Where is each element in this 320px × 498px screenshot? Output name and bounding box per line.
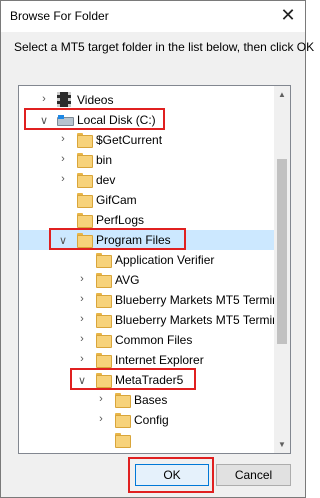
scroll-thumb[interactable] [277,159,287,344]
browse-folder-dialog: Browse For Folder ✕ Select a MT5 target … [0,0,315,498]
tree-item-config[interactable]: › Config [19,410,275,430]
tree-item-label: Blueberry Markets MT5 Termin [115,313,279,327]
tree-item-perflogs[interactable]: PerfLogs [19,210,275,230]
cancel-button[interactable]: Cancel [216,464,291,486]
chevron-right-icon[interactable]: › [57,152,69,166]
tree-item-partial[interactable] [19,430,275,450]
chevron-down-icon[interactable]: ∨ [76,374,88,388]
folder-icon [77,193,93,208]
instruction-text: Select a MT5 target folder in the list b… [14,40,315,54]
tree-item-program-files[interactable]: ∨ Program Files [19,230,275,250]
tree-item-dev[interactable]: › dev [19,170,275,190]
folder-icon [77,213,93,228]
chevron-right-icon[interactable]: › [57,172,69,186]
folder-icon [96,373,112,388]
folder-icon [96,293,112,308]
chevron-right-icon[interactable]: › [76,352,88,366]
tree-item-label: dev [96,173,116,187]
scroll-up-icon[interactable]: ▲ [274,86,290,103]
folder-icon [115,393,131,408]
tree-item-gifcam[interactable]: GifCam [19,190,275,210]
dialog-title: Browse For Folder [10,9,109,23]
chevron-down-icon[interactable]: ∨ [38,114,50,128]
folder-tree[interactable]: › Videos ∨ Local Disk (C:) › $GetCurrent… [18,85,291,454]
video-library-icon [57,92,71,107]
folder-icon [96,353,112,368]
chevron-right-icon[interactable]: › [76,312,88,326]
tree-item-blueberry-1[interactable]: › Blueberry Markets MT5 Termin [19,290,279,310]
chevron-down-icon[interactable]: ∨ [57,234,69,248]
chevron-right-icon[interactable]: › [76,332,88,346]
tree-item-label: Config [134,413,169,427]
drive-icon [57,115,74,126]
tree-item-label: Videos [77,93,114,107]
tree-item-internet-explorer[interactable]: › Internet Explorer [19,350,275,370]
tree-item-label: MetaTrader5 [115,373,184,387]
chevron-right-icon[interactable]: › [76,292,88,306]
folder-icon [115,413,131,428]
scroll-down-icon[interactable]: ▼ [274,436,290,453]
folder-icon [77,233,93,248]
tree-item-label: Common Files [115,333,193,347]
folder-icon [96,273,112,288]
tree-item-metatrader5[interactable]: ∨ MetaTrader5 [19,370,275,390]
tree-item-blueberry-2[interactable]: › Blueberry Markets MT5 Termin [19,310,279,330]
folder-icon [77,153,93,168]
tree-item-local-disk[interactable]: ∨ Local Disk (C:) [19,110,275,130]
tree-item-label: bin [96,153,113,167]
tree-item-label: Program Files [96,233,171,247]
folder-icon [115,433,131,448]
chevron-right-icon[interactable]: › [38,92,50,106]
folder-icon [77,173,93,188]
tree-item-label: Application Verifier [115,253,215,267]
tree-item-label: Blueberry Markets MT5 Termin [115,293,279,307]
tree-item-label: AVG [115,273,140,287]
chevron-right-icon[interactable]: › [76,272,88,286]
chevron-right-icon[interactable]: › [95,412,107,426]
tree-item-label: Bases [134,393,168,407]
close-button[interactable]: ✕ [277,6,299,26]
tree-item-bases[interactable]: › Bases [19,390,275,410]
folder-icon [96,313,112,328]
tree-item-label: Local Disk (C:) [77,113,156,127]
tree-item-getcurrent[interactable]: › $GetCurrent [19,130,275,150]
title-bar: Browse For Folder ✕ [1,1,305,32]
vertical-scrollbar[interactable]: ▲ ▼ [274,86,290,453]
chevron-right-icon[interactable]: › [57,132,69,146]
tree-item-common-files[interactable]: › Common Files [19,330,275,350]
tree-item-avg[interactable]: › AVG [19,270,275,290]
tree-item-label: PerfLogs [96,213,145,227]
tree-item-videos[interactable]: › Videos [19,90,275,110]
tree-item-bin[interactable]: › bin [19,150,275,170]
tree-item-application-verifier[interactable]: Application Verifier [19,250,275,270]
tree-item-label: Internet Explorer [115,353,204,367]
folder-icon [96,253,112,268]
folder-icon [96,333,112,348]
folder-icon [77,133,93,148]
ok-button[interactable]: OK [135,464,209,486]
tree-item-label: $GetCurrent [96,133,163,147]
tree-item-label: GifCam [96,193,137,207]
chevron-right-icon[interactable]: › [95,392,107,406]
folder-tree-content: › Videos ∨ Local Disk (C:) › $GetCurrent… [19,86,279,453]
